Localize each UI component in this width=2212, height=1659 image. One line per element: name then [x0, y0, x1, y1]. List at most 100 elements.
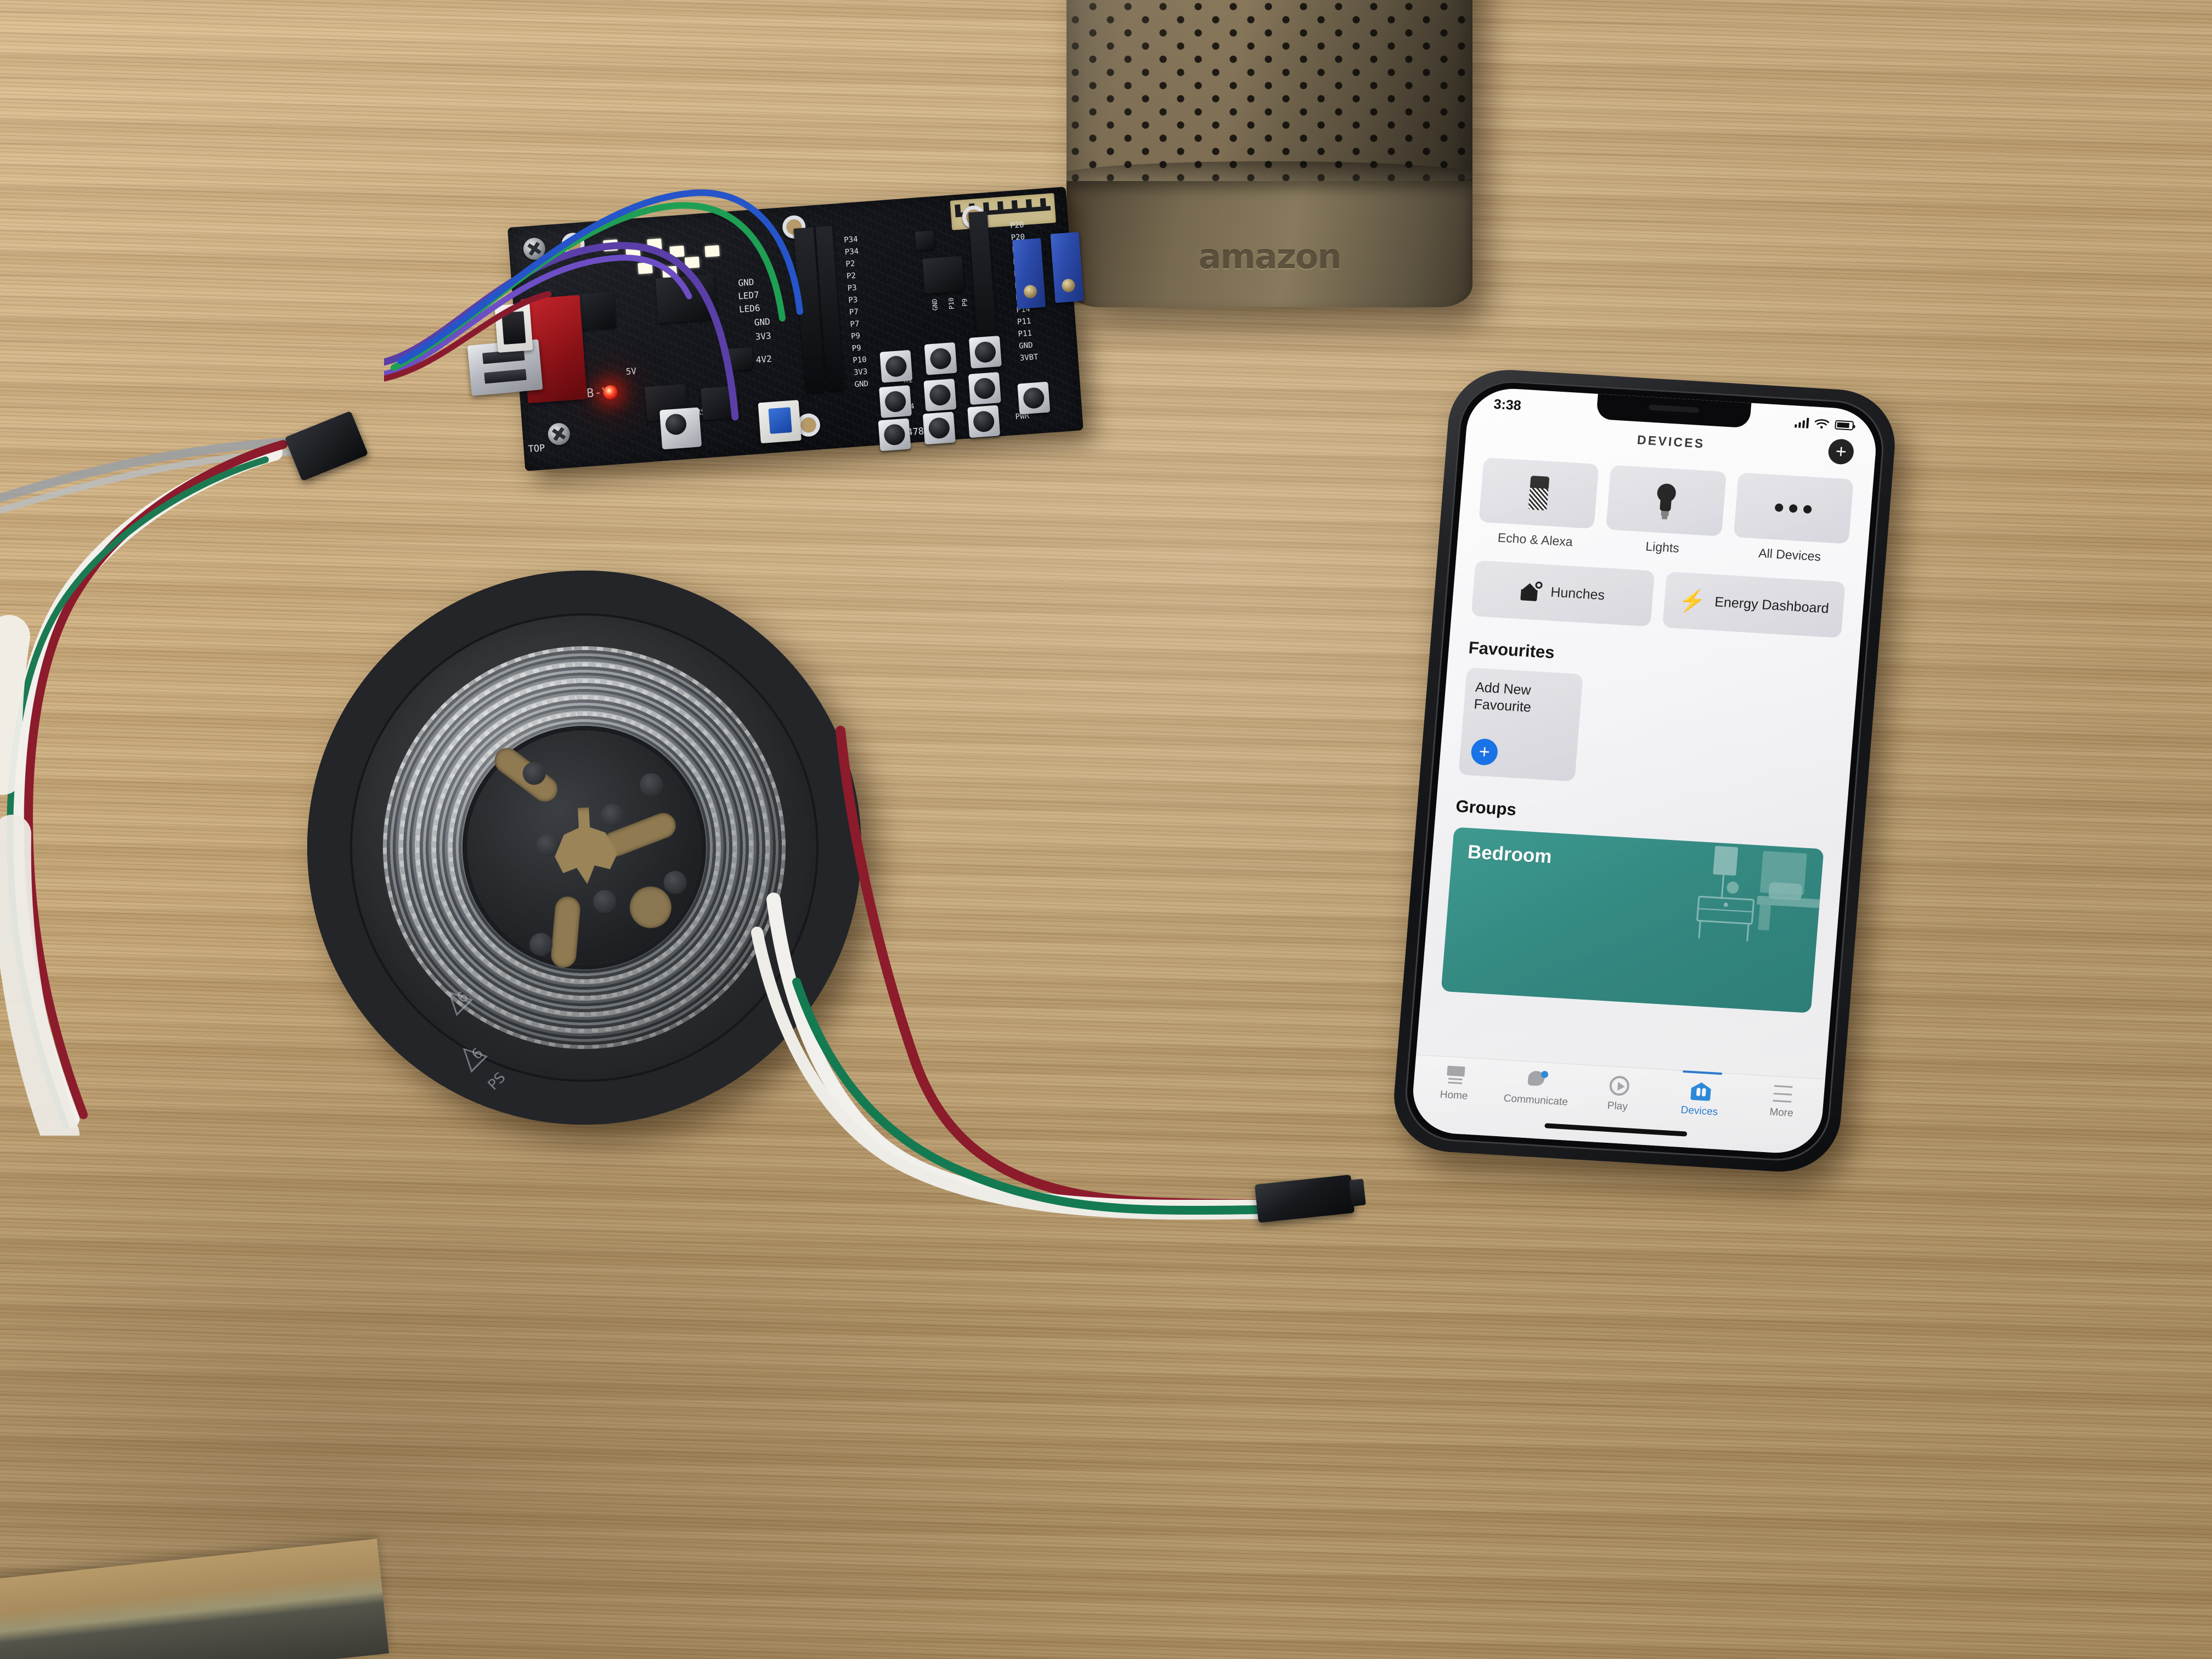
- board-pin-label: P20: [1009, 221, 1025, 230]
- board-ic: [915, 230, 935, 251]
- board-testpoint-label: GND: [930, 298, 939, 311]
- tile-lights[interactable]: Lights: [1604, 465, 1726, 558]
- board-pin-label: P2: [845, 259, 855, 269]
- lightning-bolt-icon: ⚡: [1677, 588, 1707, 614]
- board-pin-label: P3: [848, 295, 858, 305]
- board-pin-label: P34: [844, 247, 859, 257]
- tile-label: Lights: [1645, 539, 1680, 556]
- device-category-row: Echo & Alexa Lights All Devices: [1477, 457, 1854, 566]
- home-icon: [1444, 1065, 1467, 1085]
- board-button-k1[interactable]: [879, 349, 913, 383]
- devices-icon: [1690, 1080, 1712, 1101]
- board-jumper-block[interactable]: [655, 274, 717, 324]
- tile-echo-and-alexa[interactable]: Echo & Alexa: [1477, 457, 1599, 551]
- board-pin-label: P3: [847, 283, 857, 293]
- pill-label: Energy Dashboard: [1714, 594, 1830, 617]
- amazon-logo: amazon: [1198, 236, 1341, 276]
- pill-label: Hunches: [1550, 584, 1606, 603]
- hub-dimple: [663, 870, 687, 895]
- tile-lights-box[interactable]: [1606, 465, 1726, 537]
- phone-screen[interactable]: 3:38 DEVICES + Echo & Alexa Lights All D…: [1409, 386, 1880, 1155]
- amazon-echo-speaker: amazon: [1066, 0, 1472, 307]
- board-led-label-7: LED7: [737, 289, 760, 302]
- tab-more[interactable]: More: [1740, 1083, 1825, 1121]
- board-power-button[interactable]: [1017, 381, 1051, 415]
- board-5v-label: 5V: [625, 365, 637, 377]
- board-soc: [922, 256, 964, 294]
- phone-bezel: 3:38 DEVICES + Echo & Alexa Lights All D…: [1401, 378, 1888, 1164]
- board-reset-button[interactable]: [659, 407, 702, 450]
- tab-home[interactable]: Home: [1413, 1064, 1497, 1104]
- hub-hole: [628, 885, 673, 929]
- h66b-evb-dev-board: H66B-EVB-V4 TOP 00337478 B+ LED1 LED5 LE…: [467, 187, 1084, 471]
- board-white-led: [647, 238, 662, 251]
- board-button[interactable]: [968, 335, 1002, 369]
- status-time: 3:38: [1493, 396, 1522, 414]
- tile-all-devices-box[interactable]: [1733, 472, 1854, 544]
- tab-label: Play: [1607, 1099, 1628, 1113]
- house-gear-icon: [1520, 581, 1543, 601]
- board-button[interactable]: [967, 405, 1001, 438]
- notification-badge: [1541, 1070, 1549, 1079]
- shortcut-pill-row: Hunches ⚡ Energy Dashboard: [1471, 560, 1846, 638]
- communicate-icon: [1526, 1070, 1549, 1090]
- board-pin-label: P7: [849, 307, 859, 317]
- battery-icon: [1835, 420, 1854, 431]
- pill-hunches[interactable]: Hunches: [1471, 560, 1655, 627]
- board-button[interactable]: [968, 372, 1001, 405]
- tile-all-devices[interactable]: All Devices: [1731, 472, 1854, 566]
- add-favourite-plus-icon[interactable]: +: [1470, 738, 1499, 766]
- board-button[interactable]: [922, 411, 956, 445]
- board-pin-label: P11: [1017, 317, 1031, 327]
- recycle-material-label: PS: [484, 1069, 509, 1094]
- board-testpoint-label: P10: [947, 297, 956, 310]
- gear-icon: [1534, 581, 1543, 589]
- board-white-led: [625, 246, 641, 259]
- board-white-led: [684, 256, 700, 269]
- board-ic: [725, 347, 754, 371]
- board-white-led: [704, 245, 720, 257]
- add-new-favourite-card[interactable]: Add New Favourite +: [1458, 667, 1583, 782]
- board-white-led: [637, 262, 653, 274]
- board-pin-label: 3VBT: [1019, 352, 1039, 363]
- pill-energy-dashboard[interactable]: ⚡ Energy Dashboard: [1662, 571, 1846, 638]
- tile-echo-box[interactable]: [1479, 457, 1599, 529]
- group-name: Bedroom: [1466, 841, 1553, 868]
- devices-content: Echo & Alexa Lights All Devices Hunches …: [1416, 448, 1874, 1079]
- board-dip-switch[interactable]: [758, 399, 802, 444]
- hub-slot: [550, 895, 582, 969]
- hub-dimple: [639, 772, 664, 797]
- board-white-led: [603, 239, 618, 252]
- add-device-button[interactable]: +: [1827, 438, 1855, 465]
- jst-battery-connector[interactable]: [494, 303, 533, 353]
- bedroom-illustration: [1696, 846, 1820, 941]
- board-pin-label: GND: [854, 379, 869, 390]
- tile-label: All Devices: [1758, 545, 1822, 564]
- board-white-led: [669, 245, 685, 258]
- board-ic: [701, 386, 740, 420]
- board-testpoint-label: P9: [960, 298, 969, 307]
- board-button-k4[interactable]: [879, 385, 912, 419]
- board-button[interactable]: [924, 342, 957, 375]
- trim-potentiometer[interactable]: [1012, 238, 1046, 309]
- board-button[interactable]: [923, 379, 957, 412]
- smartphone-in-case: 3:38 DEVICES + Echo & Alexa Lights All D…: [1390, 366, 1899, 1175]
- group-card-bedroom[interactable]: Bedroom: [1441, 827, 1824, 1013]
- tab-devices[interactable]: Devices: [1658, 1079, 1743, 1120]
- board-4v2-label: 4V2: [755, 353, 772, 365]
- board-button[interactable]: [878, 418, 911, 452]
- tab-label: Communicate: [1503, 1092, 1568, 1108]
- tab-label: More: [1769, 1106, 1794, 1120]
- tab-label: Devices: [1680, 1104, 1719, 1118]
- ellipsis-icon: [1775, 503, 1813, 514]
- board-pin-label: GND: [1018, 341, 1034, 351]
- play-icon: [1608, 1075, 1630, 1097]
- trim-potentiometer[interactable]: [1050, 232, 1084, 303]
- signal-bars-icon: [1795, 416, 1809, 428]
- board-pin-label: P11: [1018, 329, 1032, 339]
- tab-communicate[interactable]: Communicate: [1494, 1069, 1579, 1109]
- light-bulb-icon: [1654, 483, 1679, 518]
- board-led-label-6: LED6: [738, 302, 761, 315]
- tab-play[interactable]: Play: [1576, 1074, 1661, 1115]
- board-gnd-label: GND: [737, 276, 755, 289]
